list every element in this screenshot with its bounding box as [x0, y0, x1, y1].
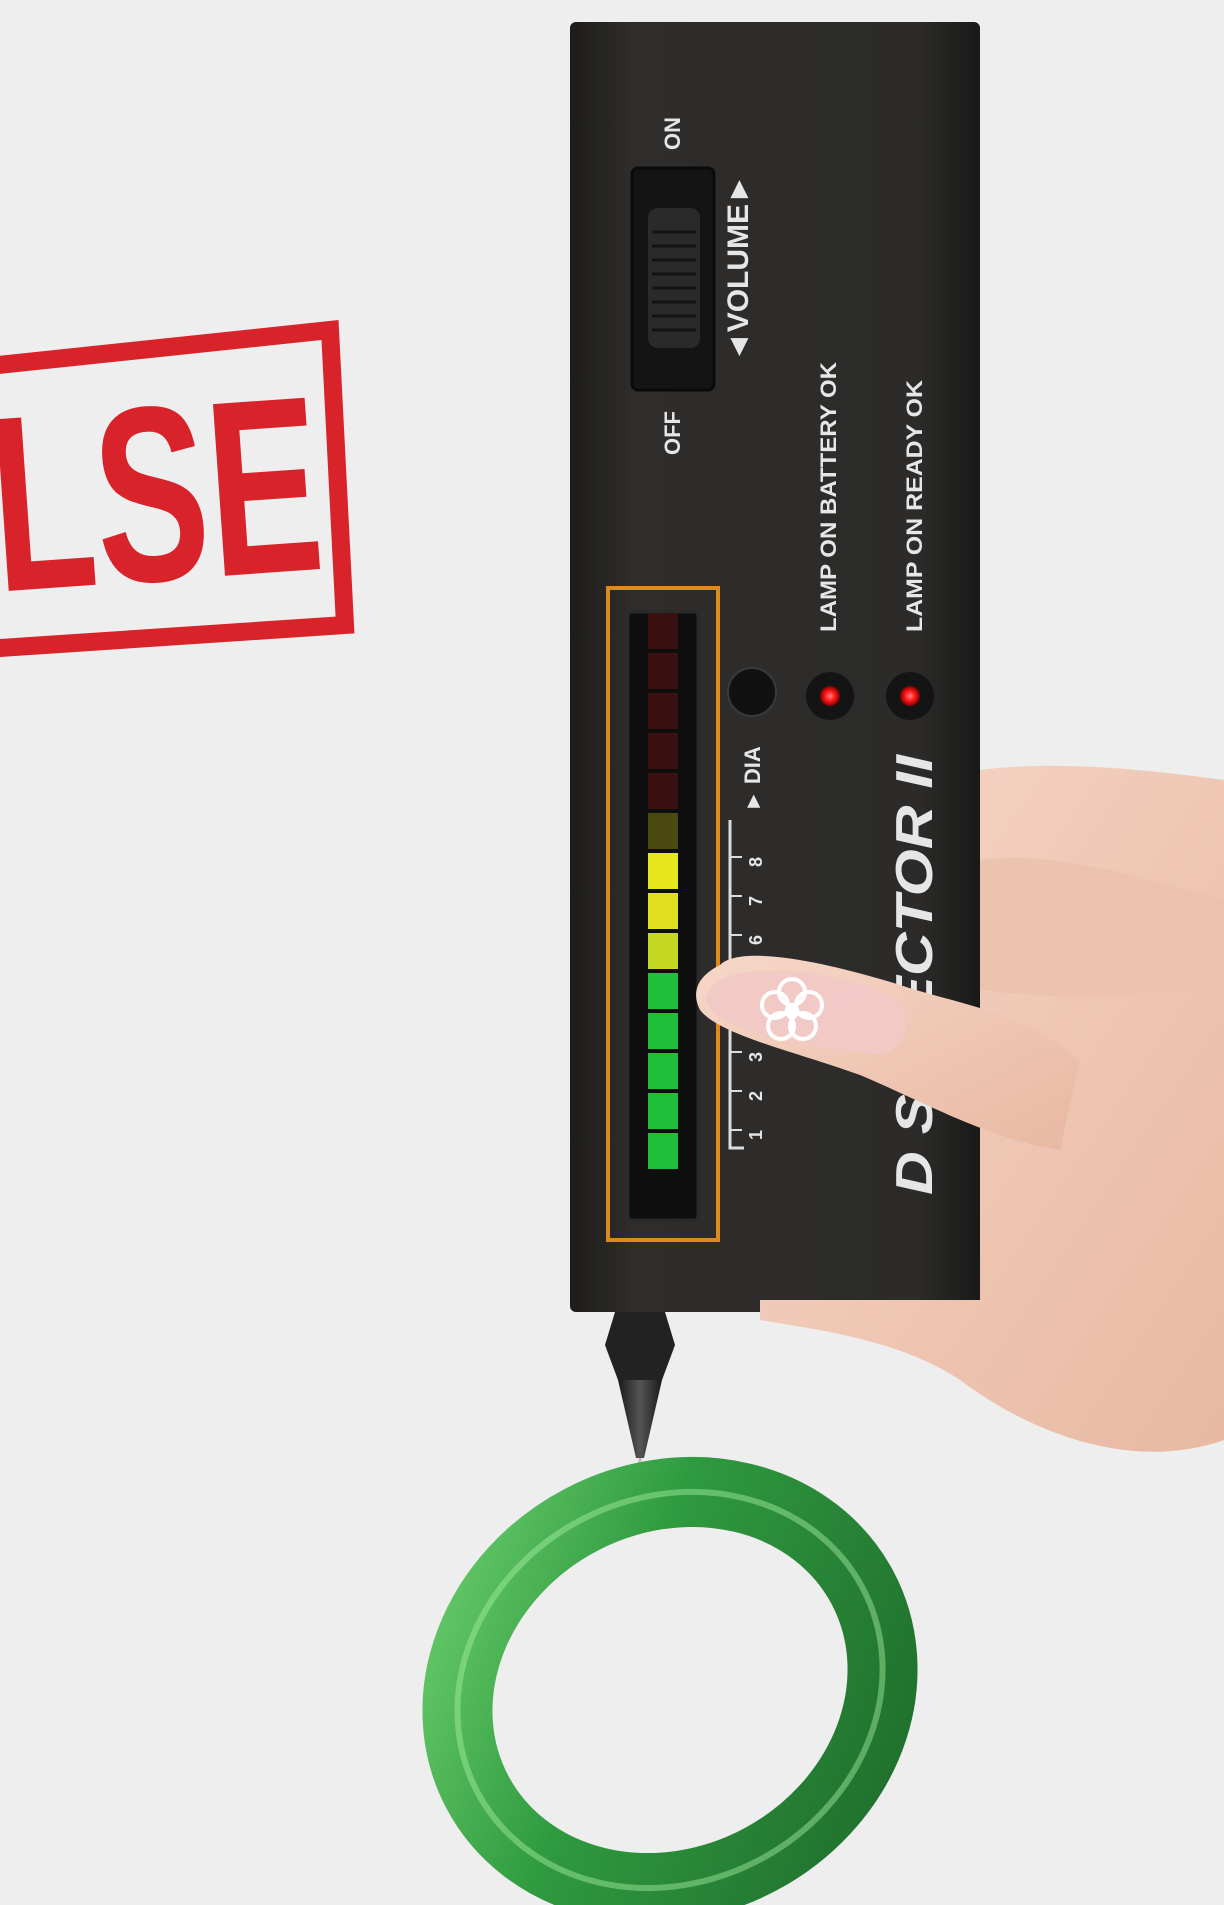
meter-segment: [648, 1053, 678, 1089]
meter-segment: [648, 693, 678, 729]
meter-segment: [648, 773, 678, 809]
meter-segment: [648, 1133, 678, 1169]
product-photo: LSE ON OFF ◄VOLUME► LAMP ON BATTERY OK L…: [0, 22, 1224, 1905]
switch-off-label: OFF: [660, 411, 685, 455]
probe-collar: [605, 1312, 675, 1380]
scale-tick-label: 6: [746, 935, 766, 945]
meter-segment: [648, 613, 678, 649]
switch-on-label: ON: [660, 117, 685, 150]
meter-segment: [648, 1093, 678, 1129]
meter-segment: [648, 853, 678, 889]
volume-label: ◄VOLUME►: [722, 174, 755, 362]
meter-segment: [648, 893, 678, 929]
scale-tick-label: 1: [746, 1130, 766, 1140]
probe-tip: [618, 1380, 662, 1458]
meter-segment: [648, 813, 678, 849]
meter-segment: [648, 973, 678, 1009]
sensor-button[interactable]: [727, 667, 777, 717]
gem-tester-device: ON OFF ◄VOLUME► LAMP ON BATTERY OK LAMP …: [570, 22, 980, 1515]
meter-segment: [648, 933, 678, 969]
lamp-battery-label: LAMP ON BATTERY OK: [816, 362, 841, 632]
brand-text: D SELECTOR II: [886, 753, 944, 1195]
scale-tick-label: 8: [746, 857, 766, 867]
stamp: LSE: [0, 320, 355, 658]
scale-tick-label: 3: [746, 1052, 766, 1062]
ready-lamp-light: [900, 686, 920, 706]
stamp-text: LSE: [0, 343, 330, 644]
lamp-ready-label: LAMP ON READY OK: [902, 380, 927, 632]
meter-segment: [648, 733, 678, 769]
scale-tick-label: 2: [746, 1091, 766, 1101]
scale-end-label: ► DIA: [740, 746, 765, 812]
meter-segment: [648, 1013, 678, 1049]
battery-lamp-light: [820, 686, 840, 706]
volume-switch-knob[interactable]: [648, 208, 700, 348]
scale-tick-label: 7: [746, 896, 766, 906]
jade-bangle: [422, 1456, 918, 1905]
meter-segment: [648, 653, 678, 689]
